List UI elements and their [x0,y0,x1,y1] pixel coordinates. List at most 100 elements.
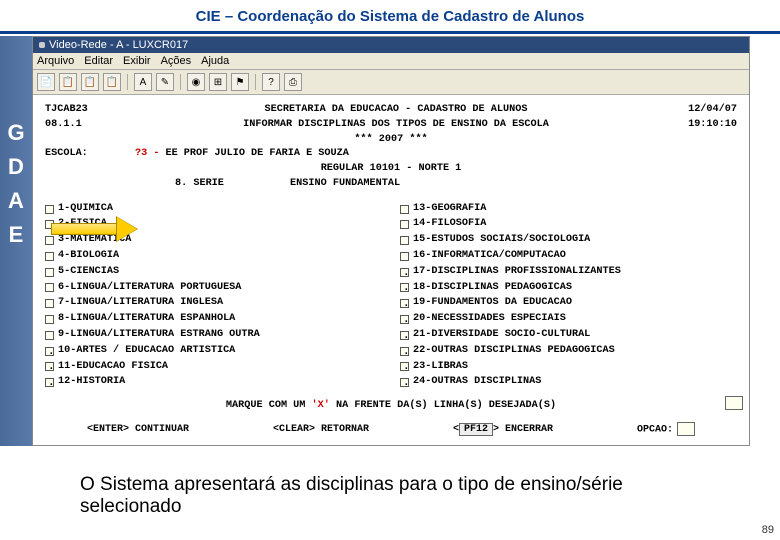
tool-icon[interactable]: ⊞ [209,73,227,91]
disciplina-checkbox[interactable] [45,299,54,308]
disciplina-checkbox[interactable] [45,315,54,324]
disciplina-label: 18-DISCIPLINAS PEDAGOGICAS [413,281,572,296]
gdae-letter: G [7,120,24,146]
disciplina-row: 5-CIENCIAS [45,265,382,280]
disciplina-row: 9-LINGUA/LITERATURA ESTRANG OUTRA [45,328,382,343]
disciplina-checkbox[interactable] [45,331,54,340]
disciplina-row: 8-LINGUA/LITERATURA ESPANHOLA [45,312,382,327]
separator-icon [127,74,128,90]
terminal-screen: TJCAB23 SECRETARIA DA EDUCACAO - CADASTR… [33,95,749,444]
menu-item[interactable]: Arquivo [37,55,74,67]
disciplina-checkbox[interactable] [45,362,54,371]
enter-cmd: <ENTER> CONTINUAR [87,423,189,438]
menu-item[interactable]: Ações [161,55,192,67]
menu-item[interactable]: Editar [84,55,113,67]
title-underline [0,31,780,34]
disciplina-row: 13-GEOGRAFIA [400,202,737,217]
disciplina-row: 20-NECESSIDADES ESPECIAIS [400,312,737,327]
disciplina-checkbox[interactable] [45,283,54,292]
disciplina-row: 16-INFORMATICA/COMPUTACAO [400,249,737,264]
small-input-box[interactable] [725,396,743,410]
disciplina-row: 19-FUNDAMENTOS DA EDUCACAO [400,296,737,311]
date: 12/04/07 [657,103,737,118]
escola-label: ESCOLA: [45,147,135,162]
opcao-input[interactable] [677,422,695,436]
program-id: TJCAB23 [45,103,135,118]
disciplina-checkbox[interactable] [400,331,409,340]
instruction-line: MARQUE COM UM 'X' NA FRENTE DA(S) LINHA(… [45,399,737,414]
disciplina-checkbox[interactable] [400,299,409,308]
copy-icon[interactable]: 📋 [59,73,77,91]
footer-commands: <ENTER> CONTINUAR <CLEAR> RETORNAR <PF12… [45,422,737,438]
disciplina-row: 6-LINGUA/LITERATURA PORTUGUESA [45,281,382,296]
regular-line: REGULAR 10101 - NORTE 1 [45,162,737,177]
mark-icon[interactable]: ✎ [156,73,174,91]
disciplinas-area: 1-QUIMICA2-FISICA3-MATEMATICA4-BIOLOGIA5… [45,202,737,391]
disciplina-label: 22-OUTRAS DISCIPLINAS PEDAGOGICAS [413,344,615,359]
disciplina-checkbox[interactable] [400,252,409,261]
disciplina-checkbox[interactable] [400,236,409,245]
window-titlebar: Video-Rede - A - LUXCR017 [33,37,749,53]
font-icon[interactable]: A [134,73,152,91]
stamp-icon[interactable]: ◉ [187,73,205,91]
disciplina-row: 21-DIVERSIDADE SOCIO-CULTURAL [400,328,737,343]
pf12-button[interactable]: PF12 [459,423,493,436]
flag-icon[interactable]: ⚑ [231,73,249,91]
disciplina-checkbox[interactable] [45,205,54,214]
disciplina-checkbox[interactable] [45,347,54,356]
disciplina-checkbox[interactable] [45,252,54,261]
disciplina-label: 20-NECESSIDADES ESPECIAIS [413,312,566,327]
disciplina-label: 11-EDUCACAO FISICA [58,360,168,375]
print-icon[interactable]: ⎙ [284,73,302,91]
clear-cmd: <CLEAR> RETORNAR [273,423,369,438]
separator-icon [255,74,256,90]
escola-code: ?3 - [135,147,159,162]
disciplina-row: 22-OUTRAS DISCIPLINAS PEDAGOGICAS [400,344,737,359]
disciplina-checkbox[interactable] [45,268,54,277]
disciplina-checkbox[interactable] [400,362,409,371]
disciplina-row: 15-ESTUDOS SOCIAIS/SOCIOLOGIA [400,233,737,248]
gdae-letter: E [9,222,24,248]
menu-item[interactable]: Exibir [123,55,151,67]
gdae-letter: D [8,154,24,180]
disciplina-row: 23-LIBRAS [400,360,737,375]
window-title: Video-Rede - A - LUXCR017 [49,39,188,51]
gdae-letter: A [8,188,24,214]
disciplina-row: 18-DISCIPLINAS PEDAGOGICAS [400,281,737,296]
disciplina-checkbox[interactable] [400,268,409,277]
disciplina-label: 4-BIOLOGIA [58,249,119,264]
disciplina-checkbox[interactable] [400,347,409,356]
disciplina-row: 7-LINGUA/LITERATURA INGLESA [45,296,382,311]
menubar: Arquivo Editar Exibir Ações Ajuda [33,53,749,70]
menu-item[interactable]: Ajuda [201,55,229,67]
separator-icon [180,74,181,90]
disciplina-checkbox[interactable] [400,283,409,292]
header-subtitle: INFORMAR DISCIPLINAS DOS TIPOS DE ENSINO… [135,118,657,133]
disciplina-label: 23-LIBRAS [413,360,468,375]
disciplina-label: 13-GEOGRAFIA [413,202,486,217]
disciplina-label: 15-ESTUDOS SOCIAIS/SOCIOLOGIA [413,233,590,248]
disciplina-label: 9-LINGUA/LITERATURA ESTRANG OUTRA [58,328,260,343]
tipo-ensino: ENSINO FUNDAMENTAL [290,178,400,189]
disciplina-label: 7-LINGUA/LITERATURA INGLESA [58,296,223,311]
paste-icon[interactable]: 📋 [81,73,99,91]
toolbar: 📄 📋 📋 📋 A ✎ ◉ ⊞ ⚑ ? ⎙ [33,70,749,95]
disciplina-label: 14-FILOSOFIA [413,217,486,232]
disciplina-label: 19-FUNDAMENTOS DA EDUCACAO [413,296,572,311]
disciplina-row: 10-ARTES / EDUCACAO ARTISTICA [45,344,382,359]
disciplina-checkbox[interactable] [400,220,409,229]
header-title: SECRETARIA DA EDUCACAO - CADASTRO DE ALU… [135,103,657,118]
disciplina-label: 24-OUTRAS DISCIPLINAS [413,375,541,390]
disciplina-row: 12-HISTORIA [45,375,382,390]
paste2-icon[interactable]: 📋 [103,73,121,91]
help-icon[interactable]: ? [262,73,280,91]
callout-arrow [51,217,141,241]
disciplina-checkbox[interactable] [45,378,54,387]
disciplina-checkbox[interactable] [400,205,409,214]
disciplina-checkbox[interactable] [400,378,409,387]
disciplina-label: 8-LINGUA/LITERATURA ESPANHOLA [58,312,235,327]
disciplina-label: 6-LINGUA/LITERATURA PORTUGUESA [58,281,241,296]
doc-icon[interactable]: 📄 [37,73,55,91]
disciplina-row: 14-FILOSOFIA [400,217,737,232]
disciplina-checkbox[interactable] [400,315,409,324]
